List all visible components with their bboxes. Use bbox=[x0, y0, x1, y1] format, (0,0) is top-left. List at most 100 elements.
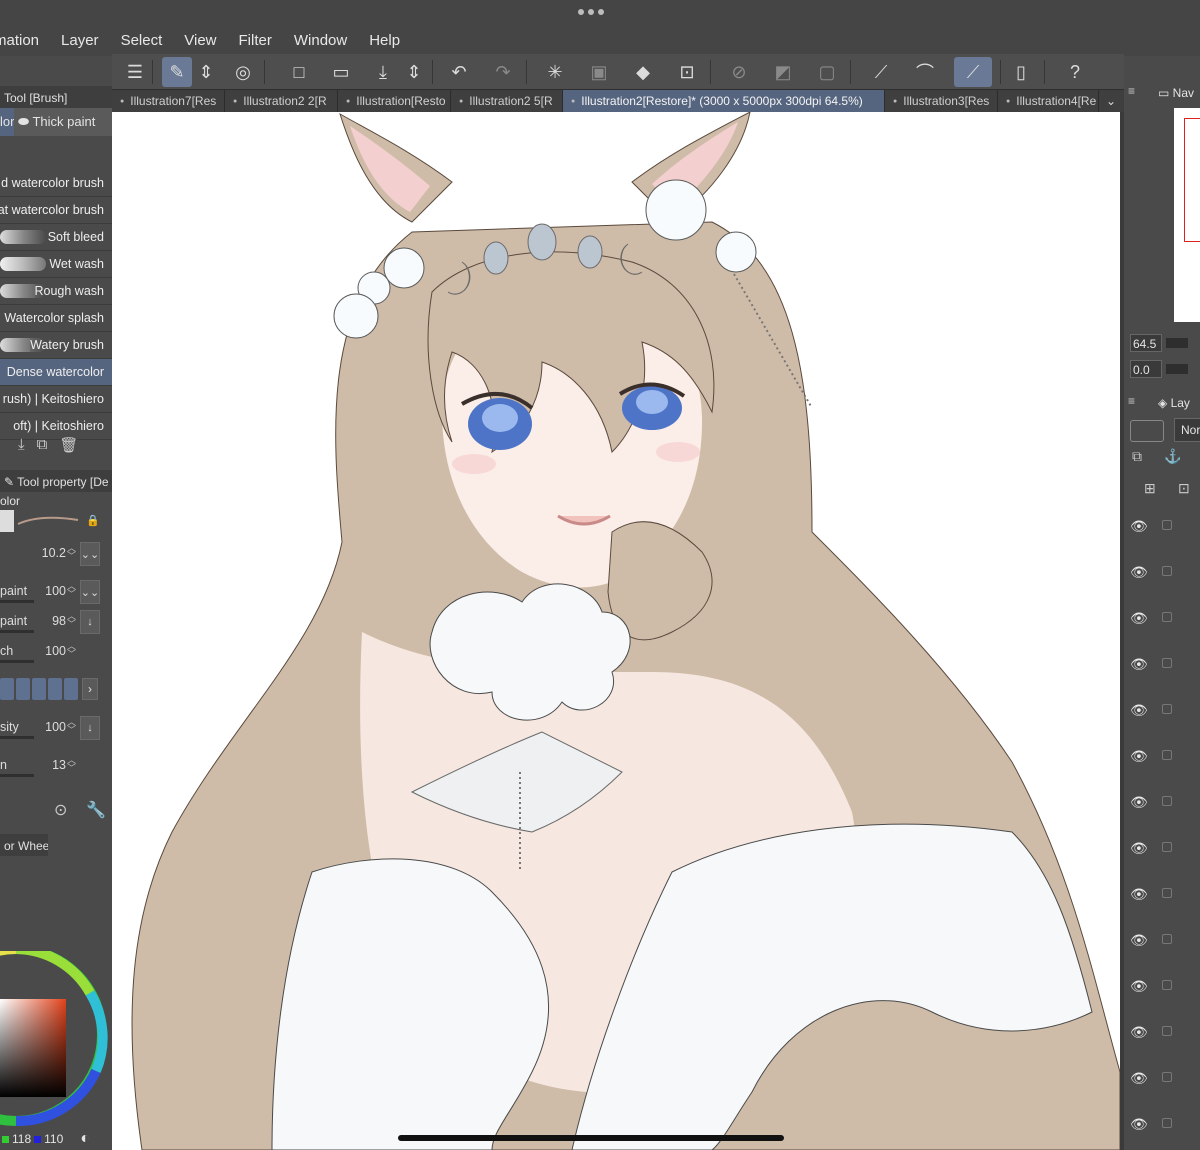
property-brush-size[interactable]: 10.2 ︿ ﹀ ⌄⌄ bbox=[0, 542, 104, 572]
eye-icon[interactable]: 👁 bbox=[1130, 610, 1150, 626]
save-icon[interactable]: ⤓ bbox=[368, 57, 398, 87]
duplicate-icon[interactable]: ⧉ bbox=[37, 436, 48, 454]
updown-icon[interactable]: ⇕ bbox=[404, 57, 424, 87]
property-value[interactable]: 10.2 bbox=[42, 546, 66, 560]
expand-icon[interactable]: ⌄⌄ bbox=[80, 580, 100, 604]
property-value[interactable]: 98 bbox=[52, 614, 66, 628]
menu-icon[interactable]: ≡ bbox=[1128, 394, 1135, 408]
subtab-thick-paint[interactable]: ⬬ Thick paint bbox=[14, 108, 112, 136]
menu-window[interactable]: Window bbox=[294, 28, 347, 54]
download-icon[interactable]: ↓ bbox=[80, 610, 100, 634]
selection-icon[interactable]: ▣ bbox=[584, 57, 614, 87]
tab-document[interactable]: Illustration2 5[R bbox=[451, 90, 563, 112]
lasso-icon[interactable]: ◎ bbox=[228, 57, 258, 87]
eye-icon[interactable]: 👁 bbox=[1130, 840, 1150, 856]
layer-checkbox[interactable] bbox=[1162, 704, 1172, 714]
gradient-icon[interactable]: ◩ bbox=[768, 57, 798, 87]
property-value[interactable]: 13 bbox=[52, 758, 66, 772]
tab-document[interactable]: Illustration7[Res bbox=[112, 90, 225, 112]
rotation-slider[interactable] bbox=[1166, 364, 1188, 374]
layer-checkbox[interactable] bbox=[1162, 796, 1172, 806]
blend-mode-select[interactable]: Nor bbox=[1174, 418, 1200, 442]
list-item[interactable]: Watery brush bbox=[0, 332, 112, 359]
chevron-right-icon[interactable]: › bbox=[82, 678, 98, 700]
eye-icon[interactable]: 👁 bbox=[1130, 564, 1150, 580]
layer-checkbox[interactable] bbox=[1162, 1118, 1172, 1128]
menu-help[interactable]: Help bbox=[369, 28, 400, 54]
eye-icon[interactable]: 👁 bbox=[1130, 748, 1150, 764]
updown-icon[interactable]: ⇕ bbox=[196, 57, 216, 87]
eye-icon[interactable]: 👁 bbox=[1130, 886, 1150, 902]
trash-icon[interactable]: 🗑 bbox=[59, 436, 78, 454]
new-canvas-icon[interactable]: □ bbox=[284, 57, 314, 87]
menu-filter[interactable]: Filter bbox=[239, 28, 272, 54]
drawing-canvas[interactable] bbox=[112, 112, 1120, 1150]
navigator-preview[interactable] bbox=[1174, 108, 1200, 322]
eye-icon[interactable]: 👁 bbox=[1130, 932, 1150, 948]
expand-icon[interactable]: ⌄⌄ bbox=[80, 542, 100, 566]
fill-icon[interactable]: ◆ bbox=[628, 57, 658, 87]
tab-document[interactable]: Illustration3[Res bbox=[885, 90, 998, 112]
loading-icon[interactable]: ✳ bbox=[540, 57, 570, 87]
list-item-selected[interactable]: Dense watercolor bbox=[0, 359, 112, 386]
eye-icon[interactable]: 👁 bbox=[1130, 794, 1150, 810]
menu-layer[interactable]: Layer bbox=[61, 28, 99, 54]
property-paint-density[interactable]: paint 98 ︿ ﹀ ↓ bbox=[0, 610, 104, 640]
layer-checkbox[interactable] bbox=[1162, 980, 1172, 990]
layer-checkbox[interactable] bbox=[1162, 934, 1172, 944]
ruler-icon[interactable]: ⟋ bbox=[866, 57, 896, 87]
layer-checkbox[interactable] bbox=[1162, 566, 1172, 576]
tab-document[interactable]: Illustration2 2[R bbox=[225, 90, 338, 112]
download-icon[interactable]: ⤓ bbox=[18, 436, 25, 454]
property-stabilization[interactable]: n 13 ︿ ﹀ bbox=[0, 754, 104, 784]
brush-shape-swatches[interactable] bbox=[0, 678, 78, 700]
pen-active-icon[interactable]: ⟋ bbox=[954, 57, 992, 87]
new-layer-icon[interactable]: ⊞ bbox=[1144, 480, 1156, 497]
list-item[interactable]: Soft bleed bbox=[0, 224, 112, 251]
color-wheel[interactable] bbox=[0, 944, 112, 1150]
frame-icon[interactable]: ▢ bbox=[812, 57, 842, 87]
menu-icon[interactable]: ≡ bbox=[1128, 84, 1135, 98]
stepper-icon[interactable]: ︿ ﹀ bbox=[67, 642, 76, 659]
menu-icon[interactable]: ☰ bbox=[120, 57, 150, 87]
tool-icon[interactable]: ✎ bbox=[162, 57, 192, 87]
open-folder-icon[interactable]: ▭ bbox=[326, 57, 356, 87]
stepper-icon[interactable]: ︿ ﹀ bbox=[67, 582, 76, 599]
eyedropper-toggle-icon[interactable]: ◐ bbox=[80, 1130, 90, 1148]
list-item[interactable]: d watercolor brush bbox=[0, 170, 112, 197]
stepper-icon[interactable]: ︿ ﹀ bbox=[67, 718, 76, 735]
help-icon[interactable]: ? bbox=[1060, 57, 1090, 87]
subtab-color[interactable]: lor bbox=[0, 108, 14, 136]
list-item[interactable]: Watercolor splash bbox=[0, 305, 112, 332]
list-item[interactable]: at watercolor brush bbox=[0, 197, 112, 224]
new-folder-icon[interactable]: ⊡ bbox=[1178, 480, 1190, 497]
layer-checkbox[interactable] bbox=[1162, 1072, 1172, 1082]
zoom-slider[interactable] bbox=[1166, 338, 1188, 348]
eye-icon[interactable]: 👁 bbox=[1130, 702, 1150, 718]
device-icon[interactable]: ▯ bbox=[1006, 57, 1036, 87]
layer-checkbox[interactable] bbox=[1162, 888, 1172, 898]
eye-icon[interactable]: 👁 bbox=[1130, 978, 1150, 994]
tab-document[interactable]: Illustration4[Re bbox=[998, 90, 1099, 112]
settings-icon[interactable]: ⊙ bbox=[54, 800, 67, 820]
eye-icon[interactable]: 👁 bbox=[1130, 1116, 1150, 1132]
wrench-icon[interactable]: 🔧 bbox=[86, 800, 106, 820]
lock-icon[interactable]: 🔒 bbox=[86, 514, 100, 527]
redo-icon[interactable]: ↷ bbox=[488, 57, 518, 87]
eye-icon[interactable]: 👁 bbox=[1130, 656, 1150, 672]
undo-icon[interactable]: ↶ bbox=[444, 57, 474, 87]
menu-view[interactable]: View bbox=[184, 28, 216, 54]
list-item[interactable]: Wet wash bbox=[0, 251, 112, 278]
property-value[interactable]: 100 bbox=[45, 720, 66, 734]
menu-animation[interactable]: mation bbox=[0, 28, 39, 54]
rotation-value[interactable]: 0.0 bbox=[1130, 360, 1162, 378]
property-value[interactable]: 100 bbox=[45, 644, 66, 658]
brush-icon[interactable]: ⌒ bbox=[910, 57, 940, 87]
transform-icon[interactable]: ⊡ bbox=[672, 57, 702, 87]
menu-select[interactable]: Select bbox=[121, 28, 163, 54]
list-item[interactable]: Rough wash bbox=[0, 278, 112, 305]
download-icon[interactable]: ↓ bbox=[80, 716, 100, 740]
stepper-icon[interactable]: ︿ ﹀ bbox=[67, 756, 76, 773]
layer-checkbox[interactable] bbox=[1162, 842, 1172, 852]
tab-document[interactable]: Illustration[Resto bbox=[338, 90, 451, 112]
